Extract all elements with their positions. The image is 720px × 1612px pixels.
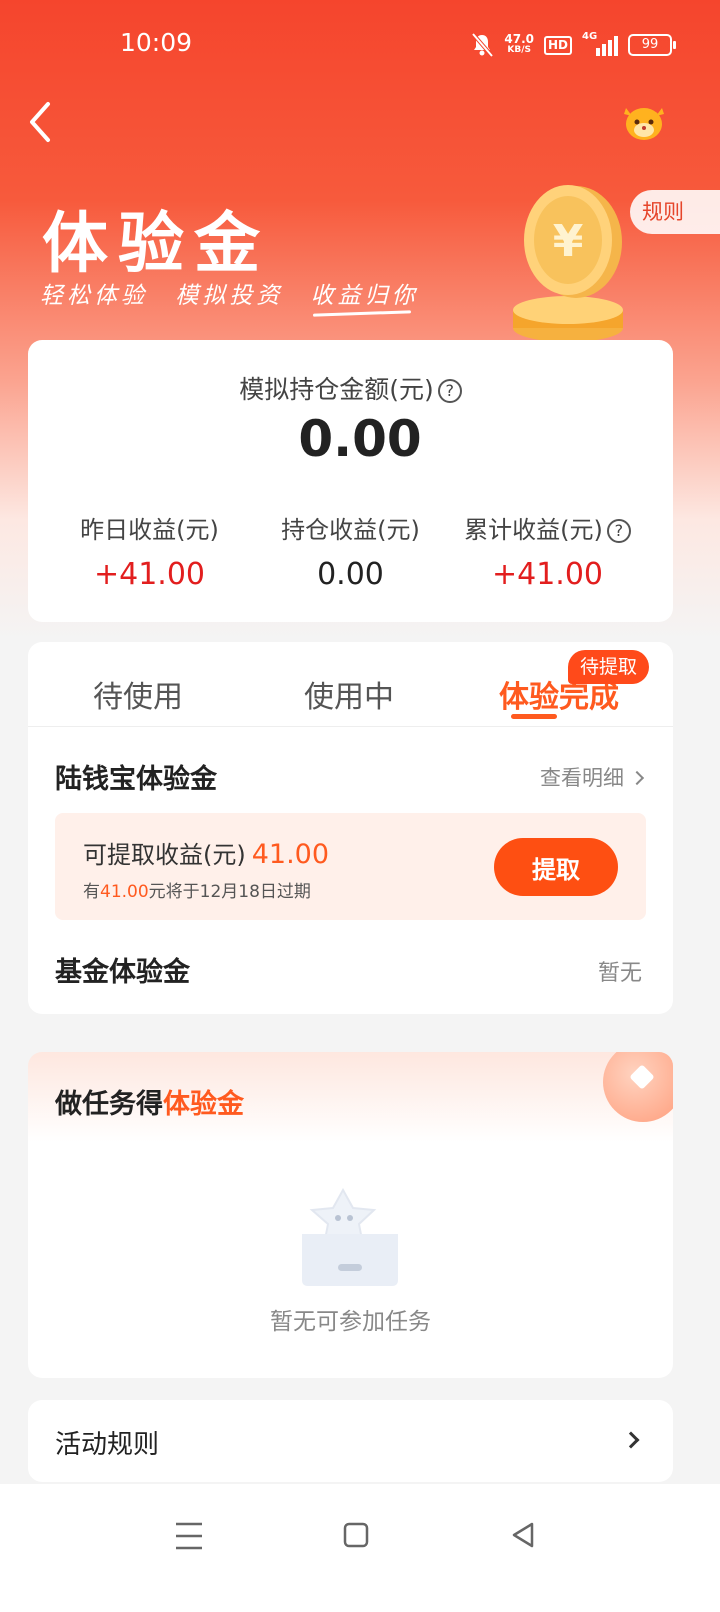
status-bar: 10:09 47.0 KB/S HD 4G 99 — [0, 0, 720, 90]
holding-card: 模拟持仓金额(元)? 昨日收益(元) +41.00 持仓收益(元) 0.00 累… — [28, 340, 673, 622]
withdraw-amount: 41.00 — [251, 839, 330, 870]
view-detail-link[interactable]: 查看明细 — [540, 762, 645, 792]
decoration-icon — [603, 1052, 673, 1122]
status-icons: 47.0 KB/S HD 4G 99 — [470, 31, 676, 58]
signal-icon: 4G — [582, 31, 618, 56]
expire-note: 有41.00元将于12月18日过期 — [83, 882, 311, 902]
fund-section-title: 基金体验金 — [55, 957, 190, 988]
pending-withdraw-badge: 待提取 — [568, 650, 650, 684]
hd-badge: HD — [543, 35, 572, 55]
svg-text:¥: ¥ — [553, 216, 584, 267]
battery-icon: 99 — [628, 34, 676, 56]
activity-rules-row[interactable]: 活动规则 — [28, 1400, 673, 1482]
stat-cumulative: 累计收益(元)? +41.00 — [440, 510, 655, 592]
stat-position: 持仓收益(元) 0.00 — [281, 516, 420, 592]
empty-box-icon — [302, 1187, 398, 1286]
stat-yesterday: 昨日收益(元) +41.00 — [80, 516, 219, 592]
withdraw-panel: 可提取收益(元) 41.00 有41.00元将于12月18日过期 提取 — [55, 813, 646, 920]
chevron-right-icon — [629, 770, 645, 786]
page-subtitle: 轻松体验 模拟投资 收益归你 — [40, 283, 419, 309]
withdraw-button[interactable]: 提取 — [494, 838, 618, 896]
tasks-card: 做任务得体验金 暂无可参加任务 — [28, 1052, 673, 1378]
status-time: 10:09 — [120, 28, 193, 57]
holding-value: 0.00 — [298, 410, 422, 468]
menu-icon[interactable] — [160, 1510, 220, 1560]
withdraw-label: 可提取收益(元) 41.00 — [83, 839, 330, 870]
empty-text: 暂无可参加任务 — [270, 1309, 431, 1335]
net-speed: 47.0 KB/S — [504, 32, 534, 55]
mute-bell-icon — [471, 32, 494, 58]
back-icon[interactable] — [22, 98, 62, 148]
lu-section-title: 陆钱宝体验金 — [55, 764, 217, 795]
page-title: 体验金 — [42, 205, 270, 282]
nav-back-icon[interactable] — [496, 1510, 556, 1560]
tab-in-use[interactable]: 使用中 — [304, 672, 394, 716]
chevron-right-icon — [622, 1431, 640, 1449]
coin-icon: ¥ — [513, 185, 623, 342]
system-nav-bar — [0, 1484, 720, 1612]
help-icon[interactable]: ? — [437, 379, 462, 403]
rules-tab[interactable]: 规则 — [630, 190, 720, 234]
tab-indicator — [511, 714, 557, 719]
tabs-divider — [28, 726, 673, 727]
mascot-icon[interactable] — [620, 98, 668, 144]
tasks-title: 做任务得体验金 — [55, 1089, 244, 1120]
home-icon[interactable] — [330, 1510, 390, 1560]
tab-pending[interactable]: 待使用 — [93, 672, 183, 716]
holding-label: 模拟持仓金额(元)? — [28, 370, 673, 406]
help-icon[interactable]: ? — [606, 519, 631, 543]
fund-status: 暂无 — [597, 961, 642, 986]
